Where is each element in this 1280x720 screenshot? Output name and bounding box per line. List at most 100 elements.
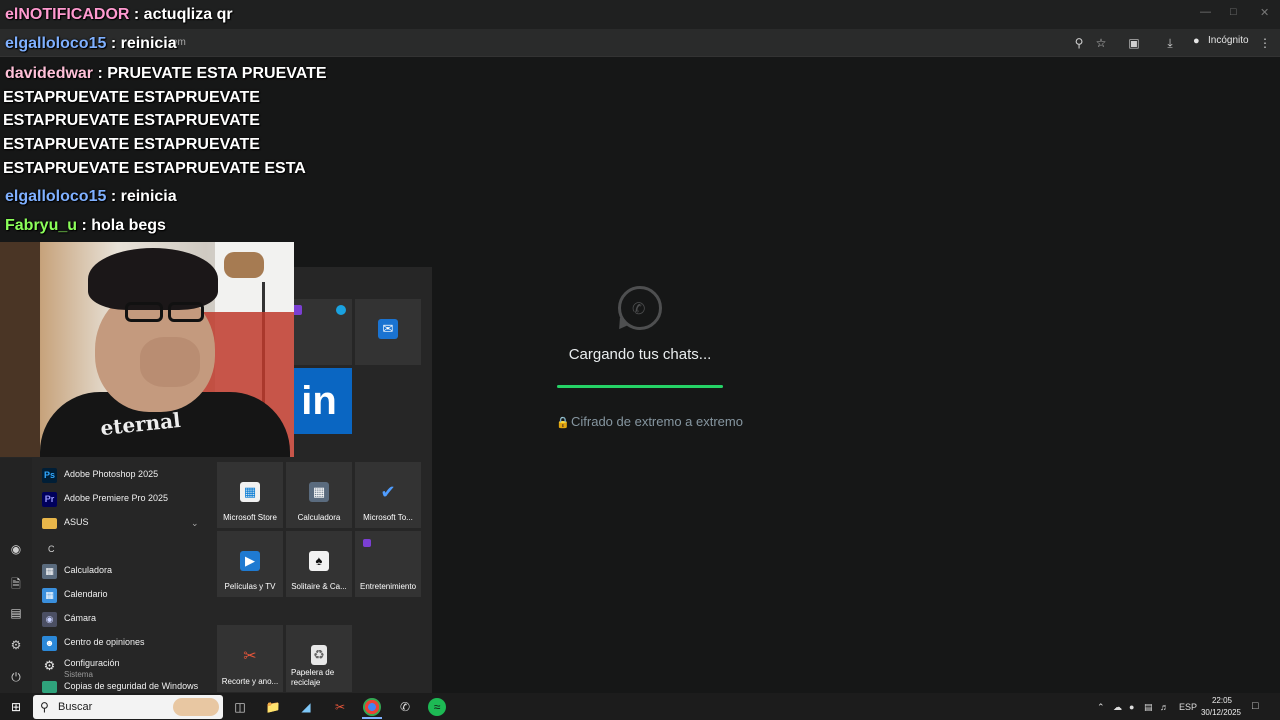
plush-toy xyxy=(224,252,264,278)
tile-microsoft-store[interactable]: ▦ Microsoft Store xyxy=(217,462,283,528)
browser-toolbar xyxy=(0,29,1280,57)
store-taskbar-icon[interactable]: ◢ xyxy=(297,698,315,716)
task-view-icon[interactable]: ◫ xyxy=(231,698,249,716)
glasses-left xyxy=(125,302,163,322)
settings-icon[interactable]: ⚙ xyxy=(8,638,24,654)
backup-icon xyxy=(42,681,57,693)
pictures-icon[interactable]: ▤ xyxy=(8,606,24,622)
encryption-notice: Cifrado de extremo a extremo xyxy=(571,414,743,429)
search-placeholder: Buscar xyxy=(58,701,93,713)
skype-icon xyxy=(336,305,346,315)
tile-solitaire[interactable]: ♠ Solitaire & Ca... xyxy=(286,531,352,597)
chat-continuation: ESTAPRUEVATE ESTAPRUEVATE xyxy=(3,136,260,153)
download-icon[interactable]: ⤓ xyxy=(1162,36,1178,50)
zoom-icon[interactable]: ⚲ xyxy=(1071,36,1087,50)
app-copias-seguridad[interactable]: Copias de seguridad de Windows xyxy=(38,677,208,693)
app-photoshop[interactable]: Ps Adobe Photoshop 2025 xyxy=(38,465,208,487)
tile-label: Entretenimiento xyxy=(359,582,417,591)
volume-icon[interactable]: ♬ xyxy=(1160,702,1169,712)
tile-outlook[interactable]: ✉ xyxy=(355,299,421,365)
app-calculadora[interactable]: ▦ Calculadora xyxy=(38,561,208,583)
tile-papelera[interactable]: ♻ Papelera de reciclaje xyxy=(286,625,352,692)
entertainment-icon xyxy=(363,539,371,547)
app-camara[interactable]: ◉ Cámara xyxy=(38,609,208,631)
chat-text: : hola begs xyxy=(81,217,166,234)
todo-icon: ✔ xyxy=(380,482,396,502)
tile-entretenimiento[interactable]: Entretenimiento xyxy=(355,531,421,597)
whatsapp-taskbar-icon[interactable]: ✆ xyxy=(396,698,414,716)
chat-message: davidedwar : PRUEVATE ESTA PRUEVATE xyxy=(5,65,327,83)
chevron-up-icon[interactable]: ⌃ xyxy=(1097,702,1105,713)
onedrive-icon[interactable]: ☁ xyxy=(1113,702,1122,713)
door-frame xyxy=(0,242,40,457)
letter-header[interactable]: C xyxy=(48,544,55,554)
tile-calculadora[interactable]: ▦ Calculadora xyxy=(286,462,352,528)
app-label: Centro de opiniones xyxy=(64,637,145,647)
incognito-icon: ● xyxy=(1193,35,1200,47)
tile-label: Microsoft Store xyxy=(223,513,277,522)
file-explorer-icon[interactable]: 📁 xyxy=(264,698,282,716)
tile-label: Recorte y ano... xyxy=(221,677,279,686)
tile-recorte[interactable]: ✂ Recorte y ano... xyxy=(217,625,283,692)
app-centro-opiniones[interactable]: ☻ Centro de opiniones xyxy=(38,633,208,655)
loading-text: Cargando tus chats... xyxy=(568,346,712,363)
calculator-icon: ▦ xyxy=(309,482,329,502)
app-label: Adobe Premiere Pro 2025 xyxy=(64,493,169,503)
network-icon[interactable]: ▤ xyxy=(1144,702,1153,713)
lock-icon: 🔒 xyxy=(556,417,570,429)
search-highlight-icon xyxy=(173,698,219,716)
outlook-icon: ✉ xyxy=(378,319,398,339)
chrome-icon[interactable] xyxy=(363,698,381,716)
spotify-icon[interactable]: ≈ xyxy=(428,698,446,716)
incognito-label[interactable]: Incógnito xyxy=(1208,35,1249,46)
user-avatar-icon[interactable]: ◉ xyxy=(8,542,24,558)
recycle-bin-icon: ♻ xyxy=(311,645,327,665)
tile-linkedin[interactable]: in xyxy=(286,368,352,434)
language-indicator[interactable]: ESP xyxy=(1179,702,1197,712)
menu-icon[interactable]: ⋮ xyxy=(1257,36,1273,50)
documents-icon[interactable]: 🗎 xyxy=(8,575,24,591)
app-label: Cámara xyxy=(64,613,97,623)
close-button[interactable]: ✕ xyxy=(1260,6,1269,19)
tile-microsoft-todo[interactable]: ✔ Microsoft To... xyxy=(355,462,421,528)
tile-office-group[interactable] xyxy=(286,299,352,365)
chat-username: elgalloloco15 xyxy=(5,35,107,52)
maximize-button[interactable]: □ xyxy=(1230,6,1237,18)
tile-peliculas-tv[interactable]: ▶ Películas y TV xyxy=(217,531,283,597)
store-icon: ▦ xyxy=(240,482,260,502)
app-calendario[interactable]: ▦ Calendario xyxy=(38,585,208,607)
chat-username: elgalloloco15 xyxy=(5,188,107,205)
clock-time[interactable]: 22:05 xyxy=(1204,696,1240,705)
chat-text: : reinicia xyxy=(110,188,177,205)
tile-label: Microsoft To... xyxy=(363,513,413,522)
star-icon[interactable]: ☆ xyxy=(1093,36,1109,50)
chat-message: Fabryu_u : hola begs xyxy=(5,217,166,235)
minimize-button[interactable]: — xyxy=(1200,6,1211,18)
app-premiere[interactable]: Pr Adobe Premiere Pro 2025 xyxy=(38,489,208,511)
loading-progress-fill xyxy=(557,385,723,388)
app-configuracion[interactable]: ⚙ Configuración Sistema xyxy=(38,655,208,679)
tile-label: Calculadora xyxy=(297,513,341,522)
screenshot-icon[interactable]: ▣ xyxy=(1126,36,1142,50)
settings-icon: ⚙ xyxy=(43,658,56,673)
app-label: Adobe Photoshop 2025 xyxy=(64,469,159,479)
windows-start-icon[interactable]: ⊞ xyxy=(7,698,25,716)
camera-icon: ◉ xyxy=(42,612,57,627)
chat-text: : PRUEVATE ESTA PRUEVATE xyxy=(97,65,327,82)
person-hair xyxy=(88,248,218,310)
microphone-icon[interactable]: ● xyxy=(1129,702,1134,712)
power-icon[interactable]: ⏻ xyxy=(8,670,24,686)
person-hand xyxy=(140,337,200,387)
snip-taskbar-icon[interactable]: ✂ xyxy=(331,698,349,716)
chevron-down-icon[interactable]: ⌄ xyxy=(191,518,199,529)
chat-text: : reinicia xyxy=(110,35,177,52)
movies-icon: ▶ xyxy=(240,551,260,571)
calculator-icon: ▦ xyxy=(42,564,57,579)
clock-date[interactable]: 30/12/2025 xyxy=(1198,708,1244,717)
app-folder-asus[interactable]: ASUS xyxy=(38,513,208,535)
feedback-icon: ☻ xyxy=(42,636,57,651)
chat-message: elgalloloco15 : reinicia xyxy=(5,35,177,53)
notifications-icon[interactable]: □ xyxy=(1252,700,1259,712)
chat-username: elNOTIFICADOR xyxy=(5,6,130,23)
premiere-icon: Pr xyxy=(42,492,57,507)
